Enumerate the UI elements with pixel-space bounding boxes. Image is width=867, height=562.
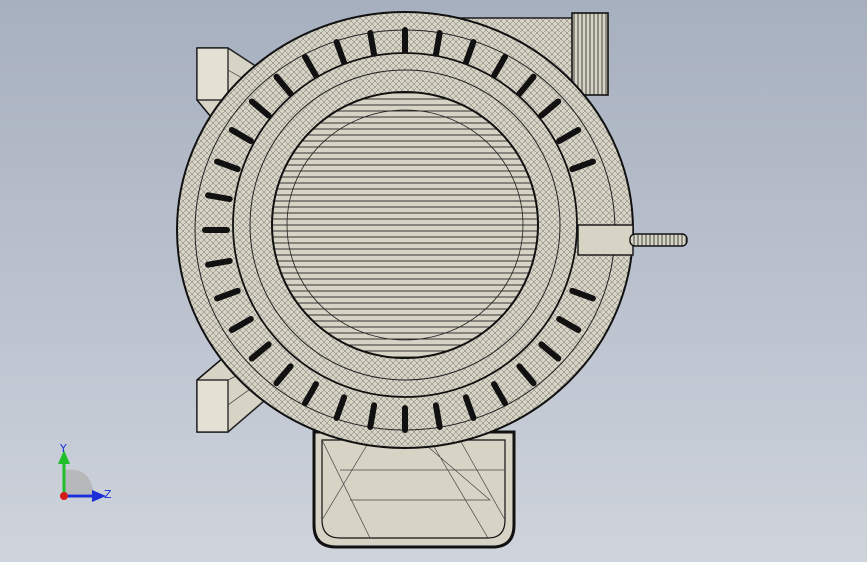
triad-plane-shading xyxy=(64,469,94,494)
motor-model-wireframe[interactable] xyxy=(0,0,867,562)
x-axis-dot xyxy=(60,492,68,500)
graphics-viewport[interactable]: Y Z xyxy=(0,0,867,562)
z-axis-label: Z xyxy=(104,488,112,501)
cooling-fin xyxy=(432,402,443,430)
cooling-fin xyxy=(432,30,443,58)
coordinate-triad: Y Z xyxy=(58,442,112,502)
cooling-fin xyxy=(367,30,378,58)
motor-shaft xyxy=(577,224,688,256)
end-shield xyxy=(232,52,578,398)
cooling-fin xyxy=(205,192,233,203)
cooling-fin xyxy=(367,402,378,430)
y-axis-label: Y xyxy=(59,442,67,455)
terminal-box xyxy=(312,430,516,549)
cooling-fin xyxy=(205,257,233,268)
